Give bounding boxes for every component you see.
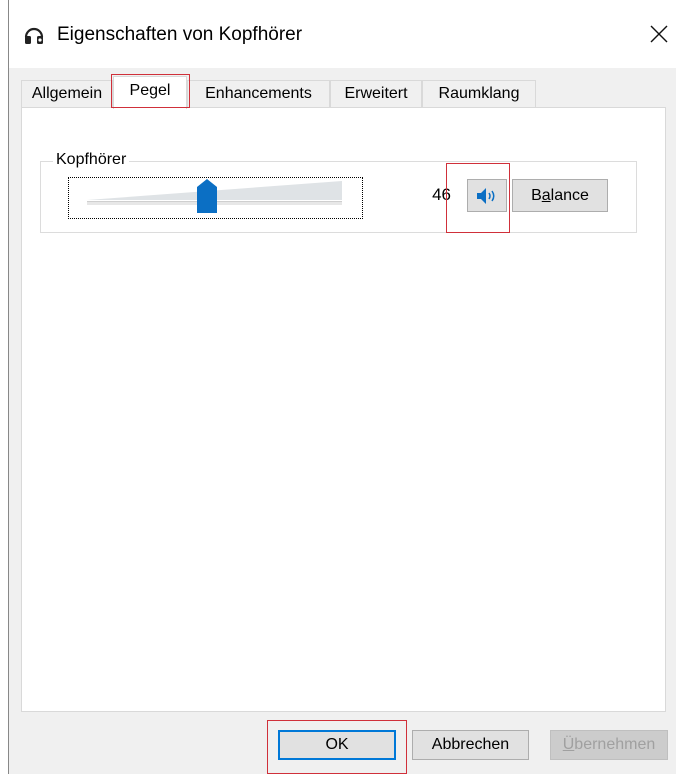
volume-slider-thumb[interactable] [197,179,217,213]
balance-button[interactable]: Balance [512,179,608,212]
title-bar: Eigenschaften von Kopfhörer [9,0,676,68]
properties-dialog: Eigenschaften von Kopfhörer Allgemein Pe… [8,0,676,774]
headphones-icon [24,27,44,44]
speaker-icon [477,188,495,204]
tab-pegel[interactable]: Pegel [113,76,187,109]
apply-button[interactable]: Übernehmen [550,730,668,760]
tab-enhancements[interactable]: Enhancements [187,80,330,107]
window-title: Eigenschaften von Kopfhörer [57,24,303,45]
cancel-button[interactable]: Abbrechen [412,730,529,760]
group-label: Kopfhörer [53,150,130,170]
volume-level-value: 46 [432,185,451,204]
close-icon [650,25,668,43]
mute-toggle-button[interactable] [467,179,507,212]
tab-erweitert[interactable]: Erweitert [330,80,422,107]
close-button[interactable] [641,18,676,50]
ok-button[interactable]: OK [278,730,396,760]
tab-raumklang[interactable]: Raumklang [422,80,536,107]
tab-allgemein[interactable]: Allgemein [21,80,113,107]
